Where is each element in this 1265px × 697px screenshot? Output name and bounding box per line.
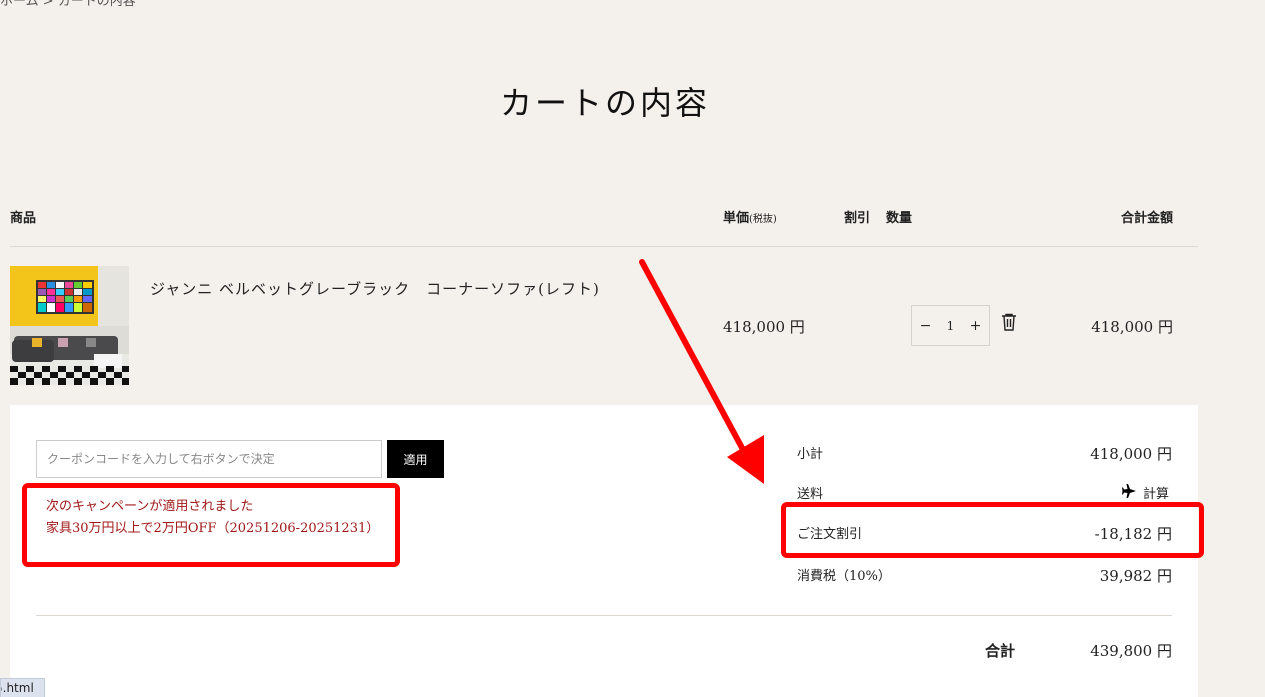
total-divider (36, 615, 1172, 616)
subtotal-value: 418,000 円 (1090, 445, 1172, 463)
grand-total-label: 合計 (985, 642, 1016, 660)
unit-price-header-label: 単価 (723, 211, 750, 226)
product-image[interactable] (10, 266, 129, 385)
column-header-unit-price: 単価(税抜) (723, 207, 777, 226)
column-header-product: 商品 (10, 211, 37, 226)
column-header-discount: 割引 (844, 211, 871, 226)
apply-coupon-button[interactable]: 適用 (387, 440, 444, 478)
decrease-quantity-button[interactable]: − (920, 318, 932, 334)
shipping-calc-link[interactable]: 計算 (1121, 483, 1169, 502)
quantity-value[interactable]: 1 (947, 319, 955, 333)
line-total-value: 418,000 円 (1091, 318, 1173, 336)
tax-value: 39,982 円 (1099, 567, 1172, 585)
header-divider (10, 246, 1198, 247)
column-header-total: 合計金額 (1120, 211, 1173, 226)
shipping-calc-label: 計算 (1142, 487, 1169, 502)
page-title: カートの内容 (499, 84, 710, 122)
column-header-quantity: 数量 (886, 211, 913, 226)
quantity-stepper: − 1 + (911, 305, 990, 346)
grand-total-value: 439,800 円 (1090, 642, 1172, 660)
trash-icon[interactable] (1001, 313, 1017, 331)
status-bar-url: 5.html (0, 678, 45, 697)
airplane-icon (1121, 483, 1137, 502)
tax-label: 消費税（10%） (797, 569, 891, 584)
campaign-highlight-box (22, 483, 400, 567)
product-name-link[interactable]: ジャンニ ベルベットグレーブラック コーナーソファ(レフト) (150, 278, 600, 299)
breadcrumb[interactable]: ホーム > カートの内容 (0, 0, 136, 9)
coupon-code-input[interactable] (36, 440, 382, 478)
increase-quantity-button[interactable]: + (970, 318, 982, 334)
subtotal-label: 小計 (797, 447, 824, 462)
shipping-label: 送料 (797, 487, 824, 502)
unit-price-value: 418,000 円 (723, 318, 805, 336)
discount-highlight-box (781, 502, 1204, 558)
tax-excluded-note: (税抜) (749, 214, 777, 225)
